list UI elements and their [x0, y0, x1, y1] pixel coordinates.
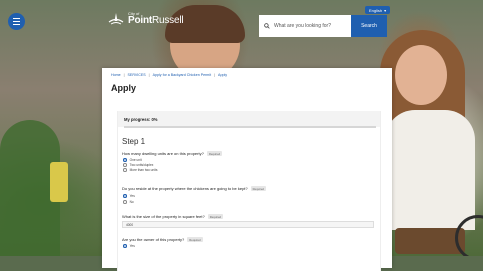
language-selector[interactable]: English ▾	[365, 6, 391, 14]
lighthouse-icon	[108, 12, 124, 26]
radio-button[interactable]	[123, 158, 127, 162]
logo-name: PointRussell	[128, 15, 184, 26]
radio-option[interactable]: No	[123, 200, 134, 204]
search-button[interactable]: Search	[351, 15, 387, 37]
radio-button[interactable]	[123, 163, 127, 167]
property-size-input[interactable]: 4000	[122, 221, 374, 228]
progress-section: My progress: 0%	[118, 111, 380, 128]
step-title: Step 1	[122, 137, 146, 146]
breadcrumb: Home | SERVICES | Apply for a Backyard Chi…	[111, 73, 228, 77]
required-badge: Required	[207, 214, 224, 219]
photo-person-right-shirt	[385, 110, 475, 230]
required-badge: Required	[187, 237, 203, 242]
city-logo[interactable]: City of PointRussell	[108, 12, 184, 26]
radio-option[interactable]: More than two units	[123, 168, 157, 172]
search-icon	[264, 23, 270, 29]
progress-label: My progress: 0%	[124, 117, 158, 122]
radio-button[interactable]	[123, 168, 127, 172]
required-badge: Required	[250, 186, 266, 191]
breadcrumb-item[interactable]: Apply for a Backyard Chicken Permit	[153, 73, 212, 77]
content-panel: Home | SERVICES | Apply for a Backyard Chi…	[102, 68, 392, 271]
question-property-owner: Are you the owner of this property? Requ…	[122, 237, 203, 242]
search-input[interactable]	[274, 23, 344, 29]
radio-option[interactable]: Two units/duplex	[123, 163, 153, 167]
radio-button[interactable]	[123, 244, 127, 248]
photo-person-right-face	[395, 45, 447, 105]
radio-button[interactable]	[123, 200, 127, 204]
search-bar: Search	[259, 15, 387, 37]
photo-yellow-post	[50, 162, 68, 202]
radio-option[interactable]: Yes	[123, 244, 135, 248]
radio-option[interactable]: Yes	[123, 194, 135, 198]
breadcrumb-item[interactable]: Home	[111, 73, 121, 77]
application-form: My progress: 0% Step 1 How many dwelling…	[117, 111, 381, 271]
radio-option[interactable]: One unit	[123, 158, 142, 162]
page-title: Apply	[111, 83, 137, 93]
breadcrumb-item[interactable]: SERVICES	[128, 73, 146, 77]
radio-button[interactable]	[123, 194, 127, 198]
chevron-down-icon: ▾	[384, 7, 387, 13]
required-badge: Required	[206, 151, 223, 156]
question-dwelling-units: How many dwelling units are on this prop…	[122, 151, 223, 156]
breadcrumb-item: Apply	[218, 73, 228, 77]
progress-bar	[124, 126, 376, 128]
menu-button[interactable]	[8, 13, 25, 30]
language-label: English	[369, 7, 383, 13]
question-reside-at-property: Do you reside at the property where the …	[122, 186, 266, 191]
hamburger-icon	[13, 18, 20, 19]
question-property-size: What is the size of the property in squa…	[122, 214, 224, 219]
